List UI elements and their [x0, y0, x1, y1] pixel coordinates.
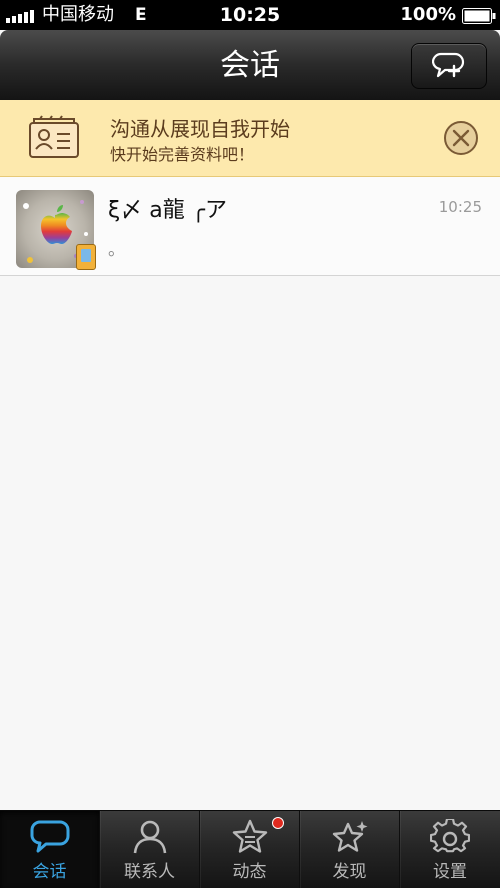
person-icon: [133, 820, 166, 854]
star-icon: [232, 819, 267, 853]
tab-contacts[interactable]: 联系人: [100, 811, 200, 888]
sparkle-star-icon: [332, 821, 367, 852]
chat-timestamp: 10:25: [438, 198, 482, 216]
tab-bar: 会话 联系人 动态 发现 设置: [0, 810, 500, 888]
profile-card-icon: [29, 115, 79, 158]
device-badge-icon: [76, 244, 96, 270]
navigation-bar: 会话: [0, 30, 500, 100]
tab-moments[interactable]: 动态: [200, 811, 300, 888]
tab-label: 会话: [32, 862, 67, 882]
status-bar: 中国移动 E 10:25 100%: [0, 0, 500, 30]
tab-label: 发现: [332, 862, 367, 882]
gear-icon: [430, 819, 470, 853]
battery-icon: [462, 8, 496, 24]
banner-subtitle: 快开始完善资料吧！: [110, 145, 255, 164]
complete-profile-banner[interactable]: 沟通从展现自我开始 快开始完善资料吧！: [0, 100, 500, 177]
chat-list-item[interactable]: ξ〆 a龍 ╭ア 10:25 。: [0, 177, 500, 276]
battery-percent: 100%: [400, 4, 456, 25]
chat-contact-name: ξ〆 a龍 ╭ア: [108, 198, 227, 223]
banner-title: 沟通从展现自我开始: [110, 117, 290, 141]
tab-label: 动态: [232, 862, 267, 882]
tab-discover[interactable]: 发现: [300, 811, 400, 888]
tab-label: 设置: [433, 862, 467, 882]
notification-badge: [272, 817, 284, 829]
close-icon[interactable]: [443, 120, 479, 156]
tab-settings[interactable]: 设置: [400, 811, 500, 888]
chat-bubble-icon: [30, 820, 69, 853]
new-chat-icon: [432, 52, 465, 78]
chat-preview: 。: [108, 240, 125, 260]
tab-label: 联系人: [124, 862, 175, 882]
tab-conversations[interactable]: 会话: [0, 811, 100, 888]
new-chat-button[interactable]: [411, 43, 487, 89]
